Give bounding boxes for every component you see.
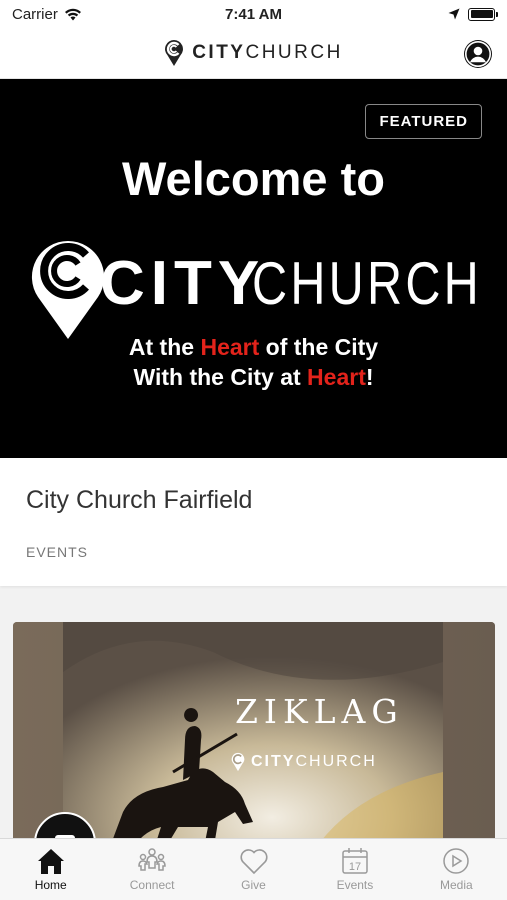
- hero-welcome-text: Welcome to: [122, 152, 385, 205]
- header-logo: CITYCHURCH: [164, 39, 343, 67]
- tagline2-part-a: With the City at: [133, 364, 308, 390]
- calendar-icon: 17: [342, 848, 368, 874]
- wifi-icon: [64, 8, 81, 20]
- heart-icon: [240, 849, 268, 875]
- featured-title: City Church Fairfield: [26, 486, 253, 514]
- tab-label-media: Media: [439, 878, 473, 892]
- calendar-day: 17: [349, 861, 361, 873]
- event-title: ZIKLAG: [235, 692, 404, 731]
- tab-label-events: Events: [336, 878, 374, 892]
- hero-logo-light: CHURCH: [252, 250, 482, 317]
- event-sub-light: CHURCH: [295, 753, 377, 770]
- header-logo-light: CHURCH: [245, 42, 343, 63]
- event-sub-text: CITYCHURCH: [251, 753, 377, 771]
- hero-tagline-line1: At the Heart of the City: [0, 332, 507, 362]
- status-right: [448, 7, 498, 21]
- tab-connect[interactable]: Connect: [101, 839, 202, 900]
- battery-fill: [470, 10, 493, 18]
- tab-label-give: Give: [241, 878, 266, 892]
- event-sublogo: CITYCHURCH: [231, 752, 377, 772]
- tab-label-connect: Connect: [129, 878, 175, 892]
- battery-icon: [468, 7, 498, 21]
- citychurch-logo-icon: [165, 40, 184, 66]
- hero-logo-bold: CITY: [100, 249, 265, 318]
- tagline1-heart: Heart: [200, 334, 260, 360]
- tab-give[interactable]: Give: [203, 839, 304, 900]
- tab-bar: Home Connect Give 17 Events Media: [0, 838, 507, 900]
- featured-category: EVENTS: [26, 544, 89, 560]
- carrier-label: Carrier: [12, 5, 58, 23]
- user-circle-icon: [465, 41, 491, 67]
- header-logo-text: CITYCHURCH: [192, 42, 343, 64]
- hero-tagline-line2: With the City at Heart!: [0, 362, 507, 392]
- tab-media[interactable]: Media: [406, 839, 507, 900]
- status-bar: Carrier 7:41 AM: [0, 0, 507, 28]
- featured-info-card[interactable]: City Church Fairfield EVENTS: [0, 458, 507, 586]
- featured-badge: FEATURED: [365, 104, 482, 139]
- tagline1-part-c: of the City: [259, 334, 379, 360]
- header-logo-bold: CITY: [192, 42, 246, 63]
- tab-label-home: Home: [34, 878, 67, 892]
- tagline2-part-c: !: [365, 364, 374, 390]
- people-icon: [138, 848, 166, 871]
- nav-bar: CITYCHURCH: [0, 28, 507, 79]
- status-time: 7:41 AM: [225, 5, 282, 23]
- home-icon: [37, 849, 64, 874]
- status-left: Carrier: [12, 6, 82, 23]
- location-arrow-icon: [448, 8, 460, 20]
- tab-events[interactable]: 17 Events: [304, 839, 405, 900]
- featured-hero-banner[interactable]: FEATURED Welcome to CITY CHURCH At the H…: [0, 79, 507, 458]
- play-icon: [443, 848, 470, 874]
- tab-home[interactable]: Home: [0, 839, 101, 900]
- profile-button[interactable]: [464, 40, 492, 68]
- hero-tagline: At the Heart of the City With the City a…: [0, 332, 507, 392]
- event-logo-pin-icon: [231, 752, 245, 772]
- event-sub-bold: CITY: [251, 753, 296, 770]
- tagline1-part-a: At the: [128, 334, 201, 360]
- tagline2-heart: Heart: [307, 364, 366, 390]
